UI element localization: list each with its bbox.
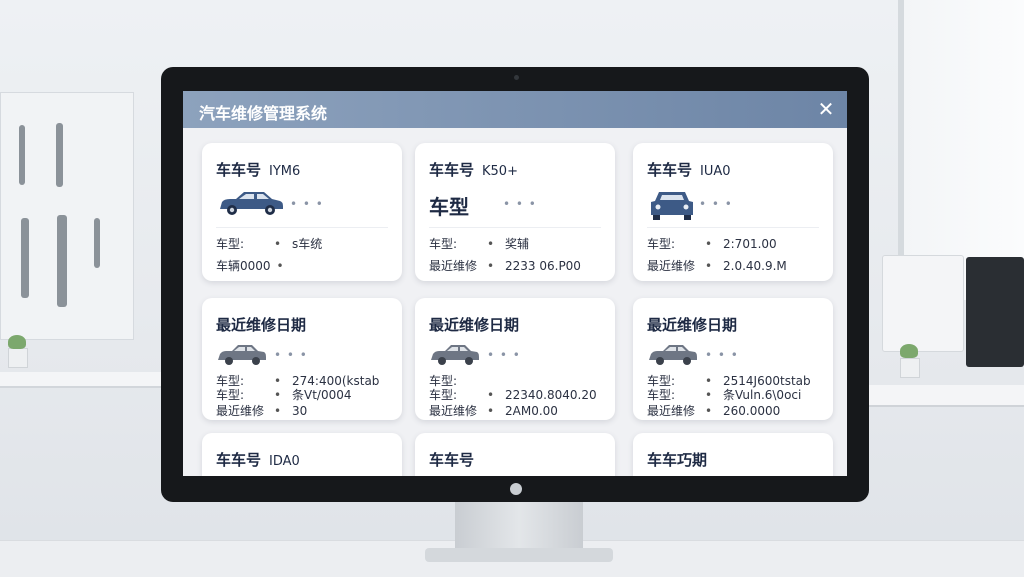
wrench-icon [19,125,25,185]
more-dots: • • • [705,348,739,362]
desk-left [0,372,165,388]
monitor-stand-base [425,548,613,562]
info-row: 车型: • 2:701.00 [647,237,777,251]
divider [647,227,819,228]
vehicle-card[interactable]: 车车号 IDA0 [202,433,402,476]
plate-number: IDA0 [269,454,300,469]
card-title: 最近维修日期 [216,316,307,334]
info-row: 车型: • 22340.8040.20 [429,388,597,402]
info-row: 车型: • 条Vuln.6\0oci [647,388,802,402]
app-window: 汽车维修管理系统 ✕ 车车号 IYM6 • • • 车型: • s车统 车辆0000 •… [183,91,847,476]
plant-pot [8,348,28,368]
vehicle-card[interactable]: 最近维修日期 • • • 车型: • 274:400(kstab 车型: • 条Vt/0… [202,298,402,420]
apple-logo-icon [510,483,522,495]
plate-number: K50+ [482,164,518,179]
info-row: 最近维修 • 260.0000 [647,404,781,418]
wrench-icon [21,218,29,298]
more-dots: • • • [487,348,521,362]
background-monitor [966,257,1024,367]
card-title: 车车号 [429,451,475,469]
vehicle-card[interactable]: 车车号 IUA0 • • • 车型: • 2:701.00 最近维修 • 2.0.40.9… [633,143,833,281]
info-row: 车型: • s车统 [216,237,323,251]
monitor-stand [455,502,583,552]
app-title: 汽车维修管理系统 [199,104,328,123]
vehicle-card[interactable]: 最近维修日期 • • • 车型: • 2514J600tstab 车型: • 条Vuln… [633,298,833,420]
wrench-icon [56,123,63,187]
close-button[interactable]: ✕ [815,99,837,121]
plate-number: IYM6 [269,164,301,179]
car-side-icon [649,345,697,365]
info-row: 最近维修 • 30 [216,404,308,418]
car-side-icon [431,345,479,365]
card-title: 最近维修日期 [647,316,738,334]
vehicle-card[interactable]: 车车号 K50+ 车型 • • • 车型: • 奖辅 最近维修 • 2233 06.P00 [415,143,615,281]
info-row: 车型: • 条Vt/0004 [216,388,352,402]
more-dots: • • • [503,197,537,211]
plant-pot [900,358,920,378]
car-side-icon [218,345,266,365]
vehicle-card[interactable]: 车车号 IYM6 • • • 车型: • s车统 车辆0000 • [202,143,402,281]
plant-icon [900,344,918,358]
vehicle-card[interactable]: 车车巧期 [633,433,833,476]
car-front-icon [651,192,693,220]
card-title: 最近维修日期 [429,316,520,334]
card-title: 车车号 [216,161,262,179]
more-dots: • • • [274,348,308,362]
wrench-icon [94,218,100,268]
info-row: 车型: • 奖辅 [429,237,530,251]
vehicle-card[interactable]: 最近维修日期 • • • 车型: 车型: • 22340.8040.20 最近维修 •… [415,298,615,420]
title-bar: 汽车维修管理系统 ✕ [183,91,847,128]
card-title: 车车号 [647,161,693,179]
plant-icon [8,335,26,349]
divider [429,227,601,228]
more-dots: • • • [290,197,324,211]
info-row: 最近维修 • 2AM0.00 [429,404,558,418]
info-row: 最近维修 • 2233 06.P00 [429,259,581,273]
car-model-label: 车型 [429,195,469,219]
vehicle-card[interactable]: 车车号 [415,433,615,476]
background-monitor [882,255,964,352]
divider [216,227,388,228]
card-title: 车车号 [429,161,475,179]
wrench-icon [57,215,67,307]
desk-right [864,385,1024,407]
car-side-icon [220,192,283,215]
card-title: 车车号 [216,451,262,469]
info-row: 车辆0000 • [216,259,284,273]
card-title: 车车巧期 [647,451,708,469]
more-dots: • • • [699,197,733,211]
tool-board [0,92,134,340]
plate-number: IUA0 [700,164,731,179]
info-row: 最近维修 • 2.0.40.9.M [647,259,787,273]
camera-icon [514,75,519,80]
